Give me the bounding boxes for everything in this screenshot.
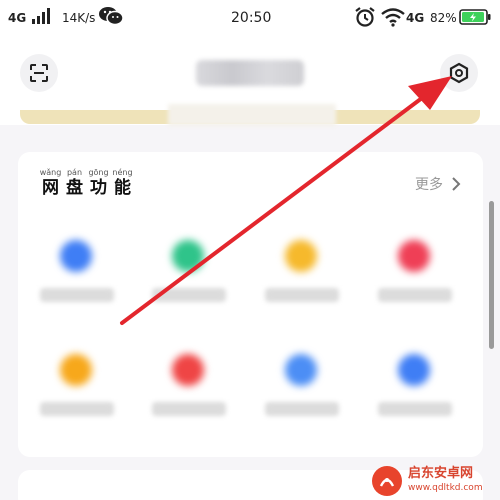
scrollbar[interactable] [489, 201, 494, 349]
feature-label-blurred [40, 288, 114, 302]
more-link[interactable]: 更多 [415, 174, 461, 194]
title-hanzi: 功 [90, 178, 107, 198]
feature-item[interactable] [360, 354, 470, 444]
feature-label-blurred [265, 402, 339, 416]
app-header [0, 40, 500, 126]
feature-item[interactable] [134, 240, 244, 330]
page-title-blurred [196, 60, 304, 86]
feature-label-blurred [378, 288, 452, 302]
network-speed: 14K/s [62, 11, 96, 25]
title-hanzi: 盘 [66, 178, 83, 198]
feature-icon [398, 354, 430, 386]
feature-icon [172, 354, 204, 386]
watermark-title: 启东安卓网 [408, 466, 474, 481]
title-hanzi: 网 [42, 178, 59, 198]
settings-icon [449, 62, 469, 84]
feature-icon [60, 240, 92, 272]
feature-icon [285, 354, 317, 386]
feature-icon [398, 240, 430, 272]
feature-item[interactable] [360, 240, 470, 330]
banner-strip-blur [168, 104, 336, 126]
title-char: pán 盘 [64, 168, 85, 198]
scan-button[interactable] [20, 54, 58, 92]
feature-label-blurred [378, 402, 452, 416]
feature-item[interactable] [22, 240, 132, 330]
feature-label-blurred [40, 402, 114, 416]
title-char: néng 能 [112, 168, 133, 198]
signal-icon [32, 8, 50, 24]
feature-item[interactable] [22, 354, 132, 444]
more-label: 更多 [415, 177, 443, 193]
watermark-url: www.qdltkd.com [408, 483, 483, 493]
title-char: gōng 功 [88, 168, 109, 198]
title-pinyin: gōng [88, 168, 109, 177]
title-hanzi: 能 [114, 178, 131, 198]
feature-item[interactable] [247, 354, 357, 444]
network-type-right: 4G [406, 11, 425, 25]
battery-icon [459, 9, 491, 25]
feature-label-blurred [152, 402, 226, 416]
battery-percent: 82% [430, 11, 457, 25]
title-pinyin: pán [66, 168, 83, 177]
feature-icon [172, 240, 204, 272]
network-type-left: 4G [8, 11, 27, 25]
title-pinyin: wǎng [39, 168, 62, 177]
feature-item[interactable] [247, 240, 357, 330]
site-watermark: 启东安卓网 www.qdltkd.com [372, 462, 500, 500]
feature-item[interactable] [134, 354, 244, 444]
alarm-icon [355, 7, 375, 27]
feature-icon [60, 354, 92, 386]
title-char: wǎng 网 [39, 168, 62, 198]
card-title: wǎng 网 pán 盘 gōng 功 néng 能 [40, 168, 133, 198]
feature-icon [285, 240, 317, 272]
chevron-right-icon [452, 177, 461, 191]
wifi-icon [381, 8, 405, 27]
title-pinyin: néng [112, 168, 133, 177]
netdisk-features-card: wǎng 网 pán 盘 gōng 功 néng 能 更多 [18, 152, 483, 457]
settings-button[interactable] [440, 54, 478, 92]
scan-icon [30, 64, 48, 82]
feature-label-blurred [265, 288, 339, 302]
feature-label-blurred [152, 288, 226, 302]
watermark-text: 启东安卓网 www.qdltkd.com [408, 467, 483, 495]
status-bar: 4G 14K/s 20:50 4G 82% [0, 0, 500, 40]
watermark-logo-icon [372, 466, 402, 496]
wechat-icon [99, 7, 124, 26]
clock-time: 20:50 [231, 10, 272, 26]
